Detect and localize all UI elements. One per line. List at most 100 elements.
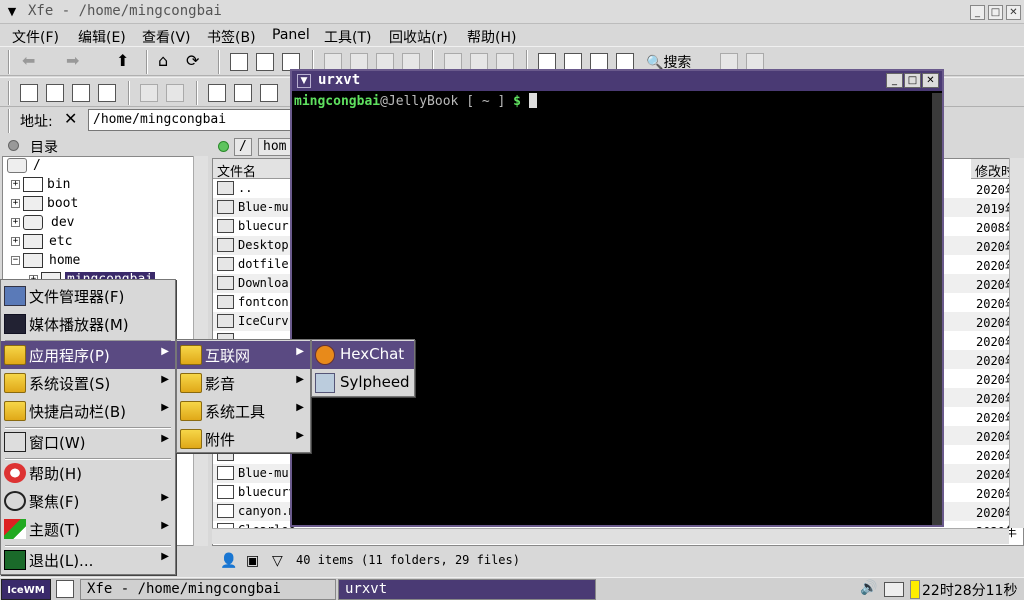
window-menu-icon[interactable]: ▼ xyxy=(4,4,20,20)
view-tree-panel-icon[interactable] xyxy=(46,84,64,102)
menu-item-focus[interactable]: 聚焦(F) ▶ xyxy=(1,487,175,515)
show-desktop-icon[interactable] xyxy=(56,580,74,598)
urxvt-titlebar[interactable]: ▼ urxvt _ □ ✕ xyxy=(292,71,942,91)
task-xfe[interactable]: Xfe - /home/mingcongbai xyxy=(80,579,336,600)
toolbar-separator xyxy=(146,50,148,74)
tree-item-bin[interactable]: + bin xyxy=(3,176,203,195)
menu-tools[interactable]: 工具(T) xyxy=(324,27,371,47)
menu-item-quick-launch[interactable]: 快捷启动栏(B) ▶ xyxy=(1,397,175,425)
column-name[interactable]: 文件名 xyxy=(213,159,293,179)
menu-item-themes[interactable]: 主题(T) ▶ xyxy=(1,515,175,543)
view-one-panel-icon[interactable] xyxy=(20,84,38,102)
expand-icon[interactable]: + xyxy=(11,218,20,227)
menu-item-media-player[interactable]: 媒体播放器(M) xyxy=(1,310,175,338)
device-icon xyxy=(23,215,43,230)
menu-item-windows[interactable]: 窗口(W) ▶ xyxy=(1,428,175,456)
tree-item-boot[interactable]: + boot xyxy=(3,195,203,214)
tree-item-home[interactable]: − home xyxy=(3,252,203,271)
menu-item-logout[interactable]: 退出(L)... ▶ xyxy=(1,546,175,574)
windows-icon xyxy=(4,432,26,452)
file-name: fontcon xyxy=(238,295,289,309)
clear-address-icon[interactable]: ✕ xyxy=(64,109,77,128)
small-icons-icon[interactable] xyxy=(234,84,252,102)
menubar: 文件(F) 编辑(E) 查看(V) 书签(B) Panel 工具(T) 回收站(… xyxy=(0,24,1024,46)
path-button-root[interactable]: / xyxy=(234,138,252,156)
back-icon[interactable]: ⬅ xyxy=(22,51,35,70)
minimize-button[interactable]: _ xyxy=(886,73,903,88)
collapse-icon[interactable]: − xyxy=(11,256,20,265)
user-icon: 👤 xyxy=(220,553,238,569)
submenu-item-internet[interactable]: 互联网 ▶ xyxy=(177,341,310,369)
folder-icon xyxy=(4,401,26,421)
home-icon[interactable]: ⌂ xyxy=(158,51,168,70)
file-list-vertical-scrollbar[interactable] xyxy=(1009,158,1024,528)
path-button-home[interactable]: hom xyxy=(258,138,292,156)
media-player-icon xyxy=(4,314,26,334)
menu-trash[interactable]: 回收站(r) xyxy=(389,27,448,47)
menu-panel[interactable]: Panel xyxy=(272,27,310,43)
menu-view[interactable]: 查看(V) xyxy=(142,27,191,47)
window-menu-icon[interactable]: ▼ xyxy=(297,74,311,88)
start-button[interactable]: IceWM xyxy=(1,579,51,600)
menu-item-help[interactable]: 帮助(H) xyxy=(1,459,175,487)
show-hidden-icon[interactable]: ▣ xyxy=(246,553,259,569)
expand-icon[interactable]: + xyxy=(11,180,20,189)
close-button[interactable]: ✕ xyxy=(922,73,939,88)
keyboard-icon[interactable] xyxy=(884,582,904,597)
horizontal-split-icon[interactable] xyxy=(166,84,184,102)
filter-icon[interactable]: ▽ xyxy=(272,553,283,569)
folder-icon xyxy=(217,295,234,309)
view-two-panels-icon[interactable] xyxy=(72,84,90,102)
menu-bookmarks[interactable]: 书签(B) xyxy=(207,27,256,47)
minimize-button[interactable]: _ xyxy=(970,5,985,20)
menu-file[interactable]: 文件(F) xyxy=(12,27,59,47)
up-icon[interactable]: ⬆ xyxy=(116,51,129,70)
task-urxvt[interactable]: urxvt xyxy=(338,579,596,600)
detailed-list-icon[interactable] xyxy=(260,84,278,102)
tree-item-dev[interactable]: + dev xyxy=(3,214,203,233)
submenu-item-accessories[interactable]: 附件 ▶ xyxy=(177,425,310,453)
tree-item-root[interactable]: / xyxy=(3,157,203,176)
address-input[interactable]: /home/mingcongbai xyxy=(88,109,298,131)
xfe-titlebar[interactable]: ▼ Xfe - /home/mingcongbai _ □ ✕ xyxy=(0,0,1024,24)
new-folder-icon[interactable] xyxy=(256,53,274,71)
menu-help[interactable]: 帮助(H) xyxy=(467,27,516,47)
new-file-icon[interactable] xyxy=(230,53,248,71)
refresh-icon[interactable]: ⟳ xyxy=(186,51,199,70)
tree-item-etc[interactable]: + etc xyxy=(3,233,203,252)
submenu-item-hexchat[interactable]: HexChat xyxy=(312,341,414,369)
submenu-item-multimedia[interactable]: 影音 ▶ xyxy=(177,369,310,397)
submenu-arrow-icon: ▶ xyxy=(296,374,304,385)
file-name: dotfile xyxy=(238,257,289,271)
terminal-scrollbar[interactable] xyxy=(932,93,942,525)
volume-icon[interactable]: 🔊 xyxy=(860,580,877,596)
big-icons-icon[interactable] xyxy=(208,84,226,102)
file-name: IceCurv xyxy=(238,314,289,328)
menu-item-system-settings[interactable]: 系统设置(S) ▶ xyxy=(1,369,175,397)
terminal-output[interactable]: mingcongbai@JellyBook [ ~ ] $ xyxy=(294,93,934,523)
toolbar-separator xyxy=(128,81,130,105)
menu-edit[interactable]: 编辑(E) xyxy=(78,27,126,47)
view-tree-two-panels-icon[interactable] xyxy=(98,84,116,102)
file-icon xyxy=(217,504,234,518)
submenu-item-system-tools[interactable]: 系统工具 ▶ xyxy=(177,397,310,425)
urxvt-title: urxvt xyxy=(318,72,361,88)
submenu-item-sylpheed[interactable]: Sylpheed xyxy=(312,369,414,397)
close-button[interactable]: ✕ xyxy=(1006,5,1021,20)
folder-icon xyxy=(217,200,234,214)
maximize-button[interactable]: □ xyxy=(988,5,1003,20)
folder-icon xyxy=(217,219,234,233)
start-menu: 文件管理器(F) 媒体播放器(M) 应用程序(P) ▶ 系统设置(S) ▶ 快捷… xyxy=(0,279,176,575)
file-name: Desktop xyxy=(238,238,289,252)
vertical-split-icon[interactable] xyxy=(140,84,158,102)
forward-icon[interactable]: ➡ xyxy=(66,51,79,70)
file-name: canyon.m xyxy=(238,504,296,518)
expand-icon[interactable]: + xyxy=(11,237,20,246)
menu-item-applications[interactable]: 应用程序(P) ▶ xyxy=(1,341,175,369)
folder-icon xyxy=(217,276,234,290)
expand-icon[interactable]: + xyxy=(11,199,20,208)
menu-item-file-manager[interactable]: 文件管理器(F) xyxy=(1,282,175,310)
file-list-horizontal-scrollbar[interactable] xyxy=(212,528,1009,544)
drive-icon xyxy=(7,158,27,173)
maximize-button[interactable]: □ xyxy=(904,73,921,88)
